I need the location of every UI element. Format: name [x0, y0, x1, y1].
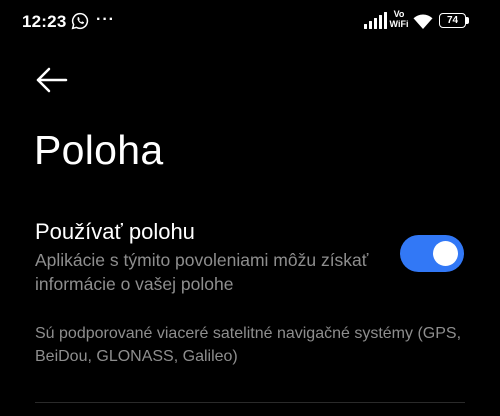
use-location-setting[interactable]: Používať polohu Aplikácie s týmito povol…	[0, 212, 500, 298]
divider	[35, 402, 465, 403]
vowifi-line2: WiFi	[389, 19, 409, 29]
vowifi-line1: Vo	[393, 9, 405, 19]
more-dots-icon: ···	[96, 11, 115, 28]
location-toggle[interactable]	[400, 235, 464, 272]
toggle-thumb	[433, 241, 458, 266]
gnss-info-text: Sú podporované viaceré satelitné navigač…	[35, 325, 462, 365]
arrow-left-icon	[36, 67, 68, 93]
wifi-icon	[413, 14, 433, 29]
battery-cap	[466, 17, 469, 24]
status-bar: 12:23 ··· Vo WiFi 74	[0, 0, 500, 48]
setting-summary: Aplikácie s týmito povoleniami môžu získ…	[35, 250, 369, 294]
signal-icon	[364, 12, 387, 29]
battery-level: 74	[446, 15, 459, 26]
setting-title: Používať polohu	[35, 219, 195, 244]
back-button[interactable]	[28, 60, 76, 100]
whatsapp-icon	[71, 12, 89, 30]
page-title: Poloha	[34, 127, 164, 173]
status-time: 12:23	[22, 12, 67, 31]
battery-icon: 74	[439, 13, 471, 30]
vowifi-icon: Vo WiFi	[388, 9, 410, 29]
